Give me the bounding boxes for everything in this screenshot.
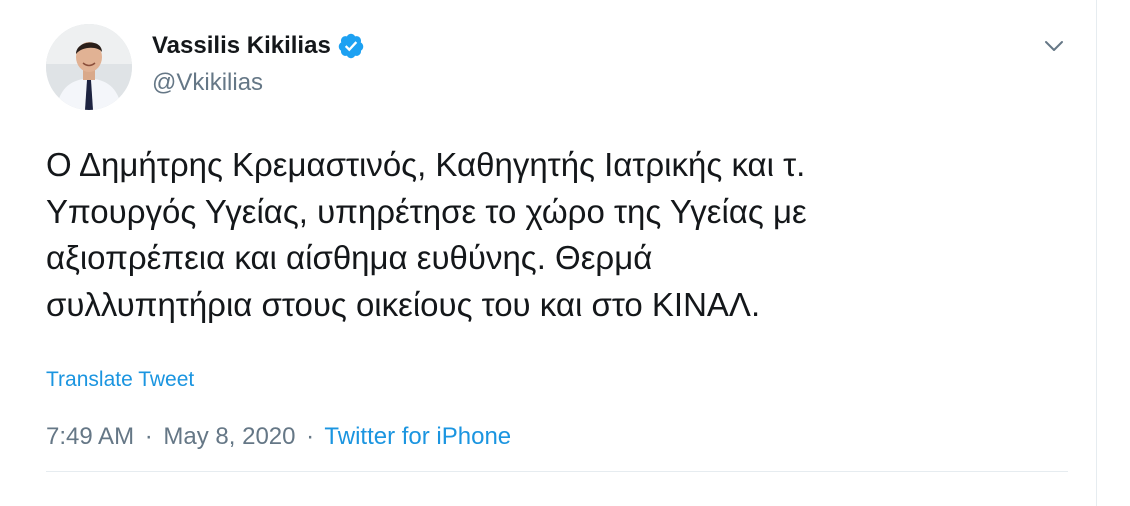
tweet-date[interactable]: May 8, 2020 bbox=[163, 423, 295, 450]
tweet-text-line: Ο Δημήτρης Κρεμαστινός, Καθηγητής Ιατρικ… bbox=[46, 146, 806, 183]
separator: · bbox=[144, 423, 153, 450]
separator: · bbox=[306, 423, 315, 450]
divider bbox=[46, 471, 1068, 472]
tweet-time[interactable]: 7:49 AM bbox=[46, 423, 134, 450]
tweet-text-line: Υπουργός Υγείας, υπηρέτησε το χώρο της Υ… bbox=[46, 192, 807, 230]
tweet-source-link[interactable]: Twitter for iPhone bbox=[324, 423, 511, 450]
author-display-name[interactable]: Vassilis Kikilias bbox=[152, 31, 331, 61]
tweet-text: Ο Δημήτρης Κρεμαστινός, Καθηγητής Ιατρικ… bbox=[46, 142, 1056, 328]
verified-badge-icon bbox=[337, 32, 365, 60]
tweet-card: Vassilis Kikilias @Vkikilias Ο Δημήτρης … bbox=[0, 0, 1097, 506]
avatar[interactable] bbox=[46, 24, 132, 110]
translate-tweet-link[interactable]: Translate Tweet bbox=[46, 366, 194, 394]
tweet-text-line: αξιοπρέπεια και αίσθημα ευθύνης. Θερμά bbox=[46, 239, 653, 276]
chevron-down-icon[interactable] bbox=[1040, 34, 1068, 58]
author-handle[interactable]: @Vkikilias bbox=[152, 68, 263, 98]
tweet-metadata: 7:49 AM · May 8, 2020 · Twitter for iPho… bbox=[46, 420, 511, 454]
avatar-image bbox=[46, 24, 132, 110]
author-name-row[interactable]: Vassilis Kikilias bbox=[152, 31, 365, 61]
tweet-text-line: συλλυπητήρια στους οικείους του και στο … bbox=[46, 285, 761, 323]
